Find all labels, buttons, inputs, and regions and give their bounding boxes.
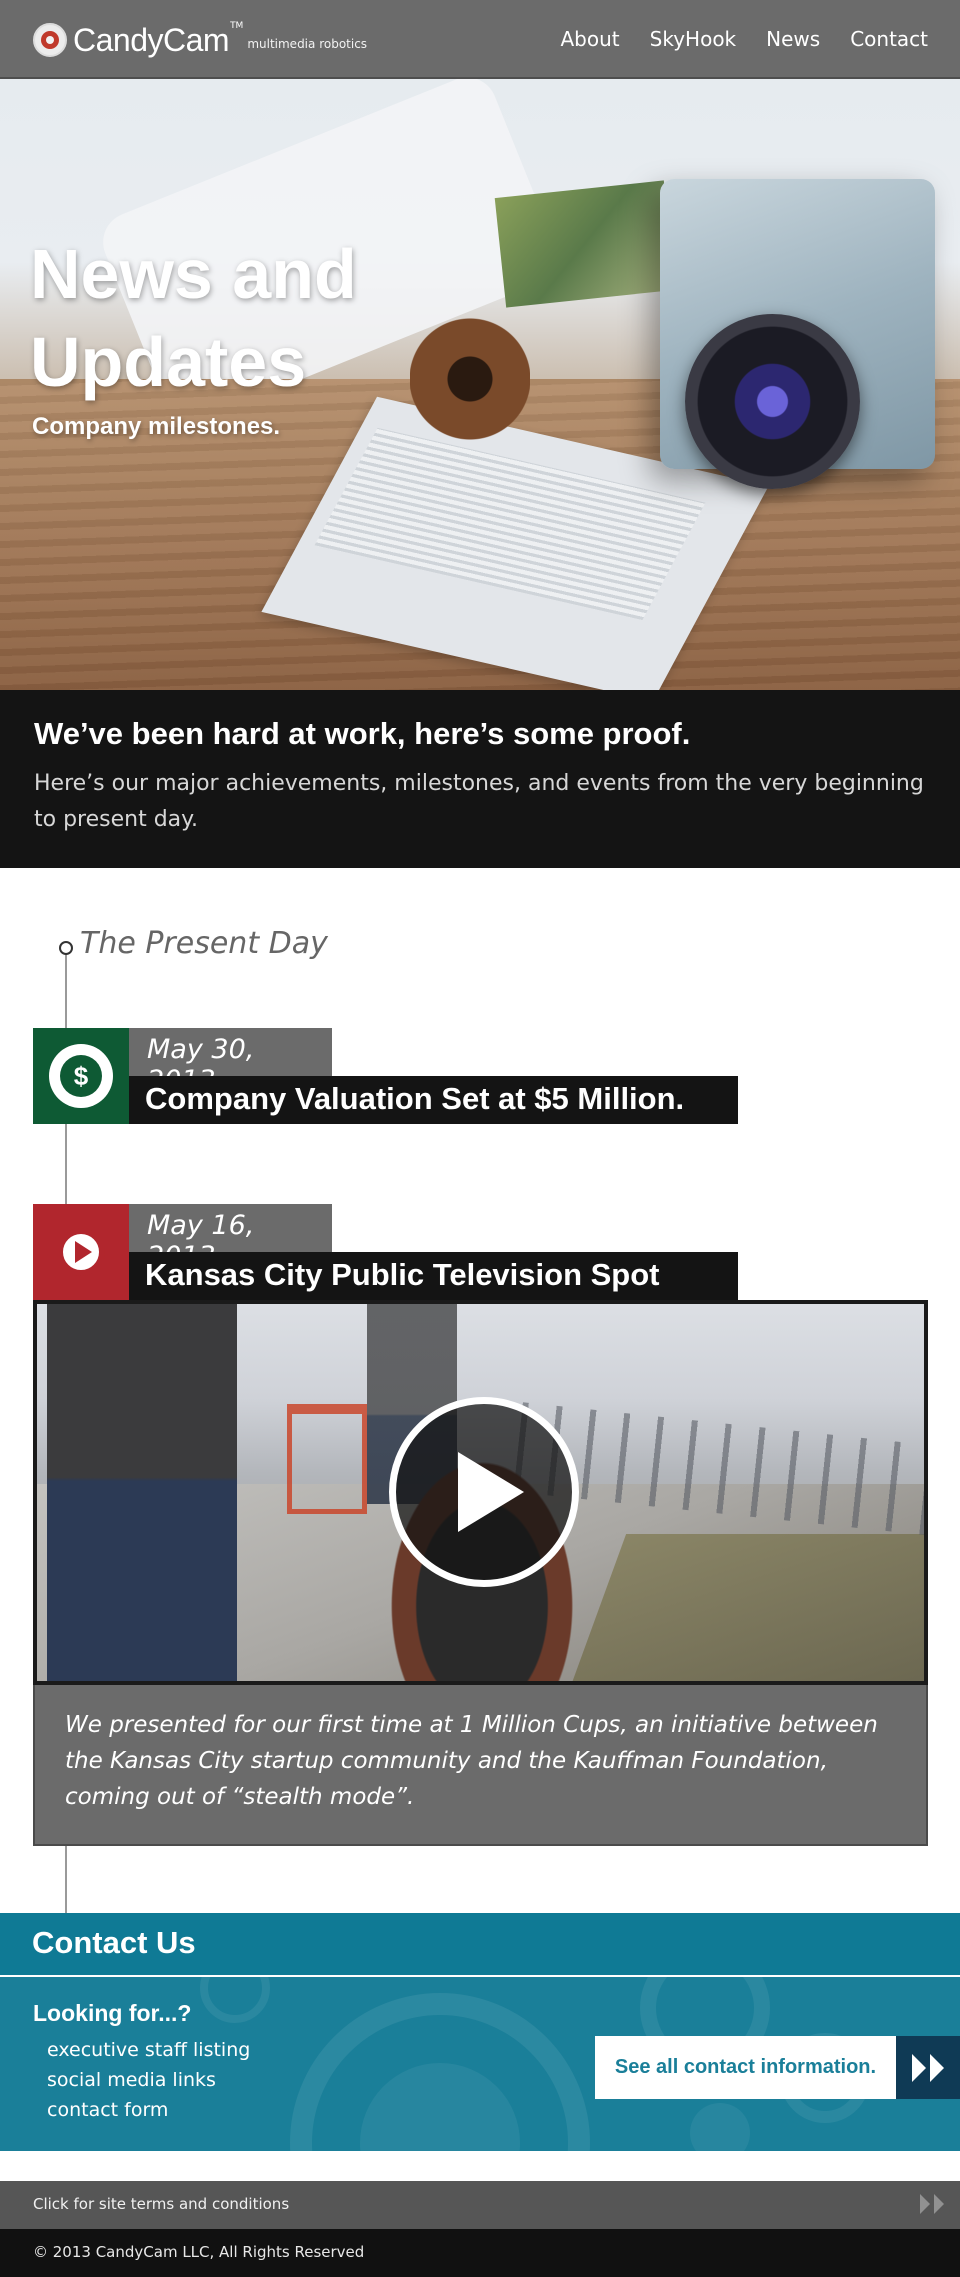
brand-tagline: multimedia robotics <box>247 37 368 51</box>
play-icon <box>458 1452 524 1532</box>
nav-link-about[interactable]: About <box>561 27 620 51</box>
terms-bar[interactable]: Click for site terms and conditions <box>0 2181 960 2229</box>
contact-heading: Contact Us <box>32 1925 196 1960</box>
hero-title: News and Updates <box>30 235 357 401</box>
double-chevron-right-icon[interactable] <box>896 2036 960 2099</box>
contact-links: executive staff listing social media lin… <box>47 2035 250 2125</box>
camera-lens-icon <box>33 23 67 57</box>
contact-section: Contact Us Looking for...? executive sta… <box>0 1913 960 2151</box>
nav-link-news[interactable]: News <box>766 27 820 51</box>
hero-banner: News and Updates Company milestones. <box>0 79 960 690</box>
dollar-icon: $ <box>49 1044 113 1108</box>
nav-link-skyhook[interactable]: SkyHook <box>650 27 737 51</box>
double-chevron-right-icon <box>918 2194 946 2214</box>
timeline-heading: The Present Day <box>80 926 328 961</box>
nav-links: About SkyHook News Contact <box>531 27 929 51</box>
brand-name: CandyCam <box>73 21 230 58</box>
video-caption-text: We presented for our first time at 1 Mil… <box>65 1712 878 1810</box>
trademark: TM <box>230 21 244 31</box>
event-date: May 30, 2013 <box>129 1028 332 1096</box>
play-icon <box>57 1228 105 1276</box>
contact-link-contact-form[interactable]: contact form <box>47 2095 250 2125</box>
event-title[interactable]: Kansas City Public Television Spot <box>129 1252 738 1300</box>
timeline-start-dot <box>59 941 73 955</box>
event-date: May 16, 2013 <box>129 1204 332 1272</box>
event-icon-box: $ <box>33 1028 129 1124</box>
intro-heading: We’ve been hard at work, here’s some pro… <box>34 716 691 751</box>
looking-for-label: Looking for...? <box>33 2000 192 2026</box>
copyright-text: © 2013 CandyCam LLC, All Rights Reserved <box>33 2243 365 2261</box>
intro-section: We’ve been hard at work, here’s some pro… <box>0 690 960 868</box>
top-nav: CandyCam TM multimedia robotics About Sk… <box>0 0 960 79</box>
video-player[interactable] <box>33 1300 928 1685</box>
event-icon-box <box>33 1204 129 1300</box>
hero-photo-print <box>494 180 676 308</box>
contact-link-social-media[interactable]: social media links <box>47 2065 250 2095</box>
contact-header: Contact Us <box>0 1913 960 1977</box>
contact-link-executive-staff[interactable]: executive staff listing <box>47 2035 250 2065</box>
event-title[interactable]: Company Valuation Set at $5 Million. <box>129 1076 738 1124</box>
nav-link-contact[interactable]: Contact <box>850 27 928 51</box>
brand-logo[interactable]: CandyCam TM multimedia robotics <box>33 20 367 60</box>
see-all-contact-button[interactable]: See all contact information. <box>595 2036 896 2099</box>
video-play-button[interactable] <box>389 1397 579 1587</box>
copyright-bar: © 2013 CandyCam LLC, All Rights Reserved <box>0 2229 960 2277</box>
video-caption: We presented for our first time at 1 Mil… <box>33 1685 928 1846</box>
intro-text: Here’s our major achievements, milestone… <box>34 771 924 832</box>
terms-link[interactable]: Click for site terms and conditions <box>33 2195 289 2213</box>
hero-subtitle: Company milestones. <box>32 413 281 440</box>
hero-photo-camera-lens <box>685 314 860 489</box>
